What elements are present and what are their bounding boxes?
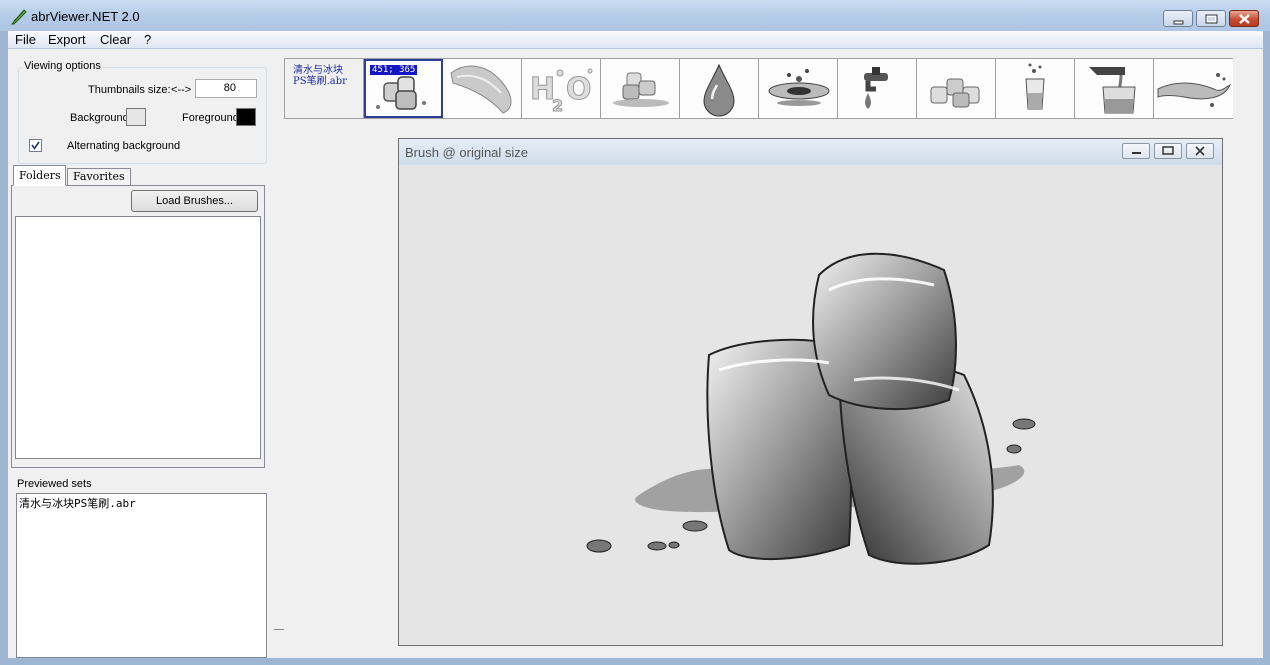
menu-help[interactable]: ? (144, 32, 151, 47)
pouring-glass-icon (1089, 67, 1136, 114)
background-color-swatch[interactable] (126, 108, 146, 126)
thumb-size-arrow: <--> (171, 84, 192, 96)
tab-folders[interactable]: Folders (13, 165, 66, 186)
brush-set-name-line2: PS笔刷.abr (293, 76, 347, 87)
foreground-color-swatch[interactable] (236, 108, 256, 126)
ice-splash-icon (613, 72, 669, 107)
brush-preview-window: Brush @ original size (398, 138, 1223, 646)
minimize-icon (1132, 152, 1141, 154)
menu-clear[interactable]: Clear (100, 32, 131, 47)
menu-export[interactable]: Export (48, 32, 86, 47)
checkmark-icon (31, 141, 40, 150)
faucet-icon (864, 67, 888, 109)
thumb-size-label: Thumbnails size: (88, 84, 171, 96)
tab-favorites[interactable]: Favorites (67, 168, 131, 186)
splitter-handle[interactable] (274, 629, 284, 630)
close-icon (1195, 146, 1205, 156)
water-drop-icon (703, 63, 735, 117)
previewed-set-item[interactable]: 清水与冰块PS笔刷.abr (17, 494, 266, 512)
viewing-options-legend: Viewing options (22, 60, 103, 72)
brush-thumb-11[interactable] (1154, 59, 1233, 118)
brush-thumb-7[interactable] (838, 59, 917, 118)
alternating-background-checkbox[interactable] (29, 139, 42, 152)
previewed-sets-list[interactable]: 清水与冰块PS笔刷.abr (16, 493, 267, 658)
thumbnail-strip: 清水与冰块 PS笔刷.abr 451; 365 H 2 O (284, 58, 1233, 119)
window-titlebar: abrViewer.NET 2.0 (0, 0, 1270, 31)
restore-icon (1162, 146, 1174, 155)
ice-cubes-group-icon (930, 78, 980, 108)
brush-thumb-3[interactable]: H 2 O (522, 59, 601, 118)
brush-minimize-button[interactable] (1122, 143, 1150, 159)
brush-thumb-1[interactable]: 451; 365 (364, 59, 443, 118)
app-feather-icon (10, 9, 27, 25)
brush-thumb-10[interactable] (1075, 59, 1154, 118)
minimize-button[interactable] (1163, 10, 1193, 27)
brush-window-title: Brush @ original size (405, 145, 529, 160)
brush-thumb-8[interactable] (917, 59, 996, 118)
water-spray-icon (1157, 73, 1231, 107)
brush-set-name-line1: 清水与冰块 (293, 65, 343, 76)
svg-text:O: O (566, 72, 592, 107)
brush-thumb-5[interactable] (680, 59, 759, 118)
previewed-sets-label: Previewed sets (17, 478, 92, 490)
brush-close-button[interactable] (1186, 143, 1214, 159)
h2o-icon: H 2 O (530, 68, 593, 116)
brush-window-titlebar: Brush @ original size (399, 139, 1222, 165)
load-brushes-button[interactable]: Load Brushes... (131, 190, 258, 212)
brush-size-badge: 451; 365 (370, 65, 418, 75)
splash-crown-icon (768, 69, 830, 106)
restore-icon (1205, 14, 1218, 24)
brush-thumb-4[interactable] (601, 59, 680, 118)
svg-text:2: 2 (552, 96, 563, 115)
close-button[interactable] (1229, 10, 1259, 27)
maximize-button[interactable] (1196, 10, 1226, 27)
minimize-icon (1173, 20, 1184, 25)
foreground-label: Foreground: (182, 112, 242, 124)
menu-file[interactable]: File (15, 32, 36, 47)
brush-maximize-button[interactable] (1154, 143, 1182, 159)
close-icon (1239, 14, 1250, 24)
ice-cubes-icon (586, 252, 1036, 565)
thumb-size-input[interactable]: 80 (195, 79, 257, 98)
window-title: abrViewer.NET 2.0 (31, 9, 140, 24)
client-area: File Export Clear ? Viewing options Thum… (8, 31, 1263, 658)
brush-thumb-9[interactable] (996, 59, 1075, 118)
brush-thumb-2[interactable] (443, 59, 522, 118)
background-label: Background: (70, 112, 132, 124)
folders-tree[interactable] (15, 216, 261, 459)
alternating-background-label: Alternating background (67, 140, 181, 152)
glass-splash-icon (1025, 63, 1045, 110)
water-wave-icon (450, 65, 512, 114)
brush-thumb-6[interactable] (759, 59, 838, 118)
brush-set-label-cell: 清水与冰块 PS笔刷.abr (285, 59, 364, 118)
menu-bar: File Export Clear ? (8, 31, 1263, 49)
